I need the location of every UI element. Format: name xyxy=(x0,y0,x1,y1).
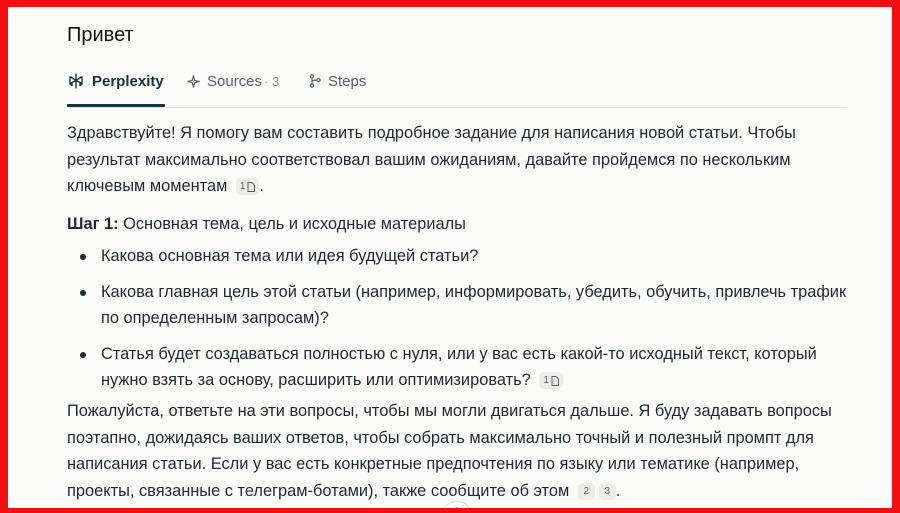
citation-badge[interactable]: 3 xyxy=(598,482,616,500)
bullet-dot xyxy=(80,351,86,358)
list-item: Какова главная цель этой статьи (наприме… xyxy=(67,279,847,332)
answer-outro: Пожалуйста, ответьте на эти вопросы, что… xyxy=(67,398,847,504)
perplexity-logo-icon xyxy=(69,73,83,89)
citation-badge[interactable]: 1 xyxy=(235,178,260,195)
tab-perplexity-label: Perplexity xyxy=(92,72,164,90)
citation-number: 1 xyxy=(543,375,549,386)
steps-icon xyxy=(309,74,321,88)
list-item-text: Какова главная цель этой статьи (наприме… xyxy=(101,282,847,328)
tab-perplexity[interactable]: Perplexity xyxy=(67,71,164,91)
screenshot-frame: Привет Perplexity Sources · 3 Steps Здра… xyxy=(0,0,900,513)
answer-intro: Здравствуйте! Я помогу вам составить под… xyxy=(67,124,796,195)
answer-outro-text: Пожалуйста, ответьте на эти вопросы, что… xyxy=(67,402,832,500)
tab-sources-label: Sources xyxy=(207,72,263,90)
step-heading: Шаг 1: Основная тема, цель и исходные ма… xyxy=(67,211,847,238)
active-tab-indicator xyxy=(67,104,165,107)
page-title: Привет xyxy=(67,24,134,46)
list-item-text: Какова основная тема или идея будущей ст… xyxy=(101,247,479,265)
document-icon xyxy=(551,375,559,386)
bullet-dot xyxy=(80,289,86,296)
bullet-dot xyxy=(80,254,86,260)
citation-badge[interactable]: 1 xyxy=(539,372,563,389)
list-item: Какова основная тема или идея будущей ст… xyxy=(67,243,847,270)
list-item-text: Статья будет создаваться полностью с нул… xyxy=(101,344,817,390)
question-list: Какова основная тема или идея будущей ст… xyxy=(67,243,847,394)
citation-badge[interactable]: 2 xyxy=(577,482,595,500)
answer-intro-text: Здравствуйте! Я помогу вам составить под… xyxy=(67,124,796,195)
citation-number: 1 xyxy=(239,181,246,192)
step-prefix: Шаг 1: xyxy=(67,215,119,233)
tab-steps[interactable]: Steps xyxy=(309,71,366,91)
sources-count: · 3 xyxy=(264,73,280,89)
document-icon xyxy=(247,181,256,192)
sentence-end: . xyxy=(615,481,621,500)
list-item: Статья будет создаваться полностью с нул… xyxy=(67,341,847,394)
step-heading-text: Основная тема, цель и исходные материалы xyxy=(118,215,466,233)
arrow-down-icon xyxy=(456,507,458,508)
tab-steps-label: Steps xyxy=(328,72,367,90)
sources-icon xyxy=(187,74,200,88)
answer-tabs: Perplexity Sources · 3 Steps xyxy=(67,65,847,108)
tab-sources[interactable]: Sources · 3 xyxy=(187,71,279,91)
